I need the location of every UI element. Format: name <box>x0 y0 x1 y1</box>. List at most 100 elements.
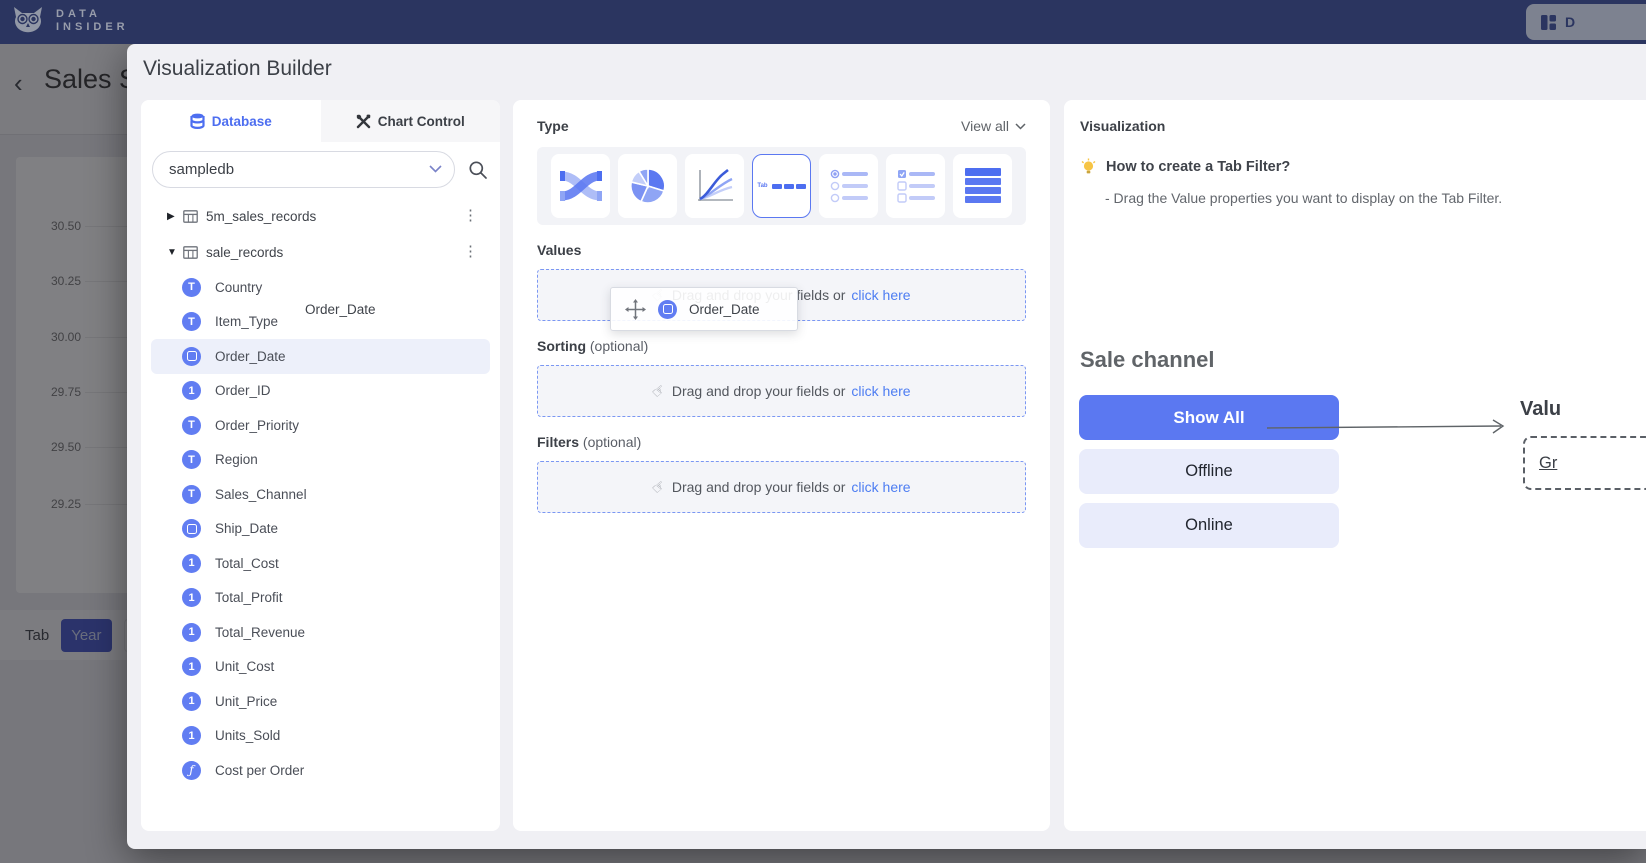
field-name: Total_Profit <box>215 590 283 605</box>
field-name: Total_Cost <box>215 556 279 571</box>
annotation-arrow-icon <box>1267 418 1509 436</box>
tip-body: - Drag the Value properties you want to … <box>1105 190 1646 206</box>
field-row[interactable]: Unit_Price <box>151 684 490 719</box>
field-row[interactable]: Sales_Channel <box>151 477 490 512</box>
field-name: Country <box>215 280 262 295</box>
field-row[interactable]: Total_Profit <box>151 581 490 616</box>
top-navbar: DATA INSIDER D <box>0 0 1646 44</box>
preview-button-offline[interactable]: Offline <box>1079 449 1339 494</box>
field-row[interactable]: Country <box>151 270 490 305</box>
table-name: sale_records <box>206 245 283 260</box>
chart-type-line[interactable] <box>685 154 744 218</box>
radio-list-icon <box>828 168 870 204</box>
chart-type-checkbox-list[interactable] <box>886 154 945 218</box>
filters-section-label: Filters (optional) <box>537 434 1026 450</box>
sorting-section-label: Sorting (optional) <box>537 338 1026 354</box>
kebab-menu-icon[interactable]: ⋮ <box>463 242 478 260</box>
text-field-icon <box>182 416 201 435</box>
date-field-icon <box>182 519 201 538</box>
tab-chart-control[interactable]: Chart Control <box>321 100 501 142</box>
ghost-field-name: Order_Date <box>689 302 760 317</box>
database-select-input[interactable] <box>152 151 455 188</box>
database-icon <box>190 113 205 129</box>
table-row-sale-records[interactable]: ▼ sale_records ⋮ <box>141 234 500 270</box>
builder-panel: Type View all <box>513 100 1050 831</box>
click-here-link[interactable]: click here <box>851 287 910 303</box>
number-field-icon <box>182 554 201 573</box>
tab-chart-control-label: Chart Control <box>378 114 465 129</box>
chart-type-radio-list[interactable] <box>819 154 878 218</box>
chart-type-sankey[interactable] <box>551 154 610 218</box>
drag-origin-label: Order_Date <box>305 302 376 317</box>
field-name: Unit_Cost <box>215 659 274 674</box>
tools-icon <box>356 114 371 129</box>
text-field-icon <box>182 312 201 331</box>
database-panel: Database Chart Control <box>141 100 500 831</box>
database-tree: ▶ 5m_sales_records ⋮ ▼ sale_re <box>141 198 500 788</box>
chart-type-pie[interactable] <box>618 154 677 218</box>
checkbox-list-icon <box>895 168 937 204</box>
visualization-header: Visualization <box>1080 118 1646 134</box>
sankey-icon <box>560 169 602 203</box>
chart-type-table[interactable] <box>953 154 1012 218</box>
caret-collapsed-icon[interactable]: ▶ <box>167 211 179 222</box>
annotation-group-box: Gr <box>1523 436 1646 490</box>
table-grid-icon <box>183 210 198 223</box>
field-row[interactable]: Cost per Order <box>151 753 490 788</box>
click-here-link[interactable]: click here <box>851 479 910 495</box>
field-name: Order_ID <box>215 383 271 398</box>
chart-type-tab-filter[interactable] <box>752 154 811 218</box>
field-row-selected[interactable]: Order_Date <box>151 339 490 374</box>
logo-text: DATA INSIDER <box>56 8 129 34</box>
field-name: Sales_Channel <box>215 487 307 502</box>
app-logo: DATA INSIDER <box>10 4 129 38</box>
chevron-down-icon[interactable] <box>429 165 442 173</box>
field-name: Units_Sold <box>215 728 280 743</box>
table-chart-icon <box>962 167 1004 205</box>
annotation-group-link[interactable]: Gr <box>1539 454 1557 473</box>
field-name: Total_Revenue <box>215 625 305 640</box>
dashboard-button[interactable]: D <box>1526 4 1646 40</box>
field-row[interactable]: Ship_Date <box>151 512 490 547</box>
field-row[interactable]: Unit_Cost <box>151 650 490 685</box>
type-section-label: Type <box>537 118 569 134</box>
view-all-dropdown[interactable]: View all <box>961 118 1026 134</box>
field-name: Region <box>215 452 258 467</box>
field-name: Unit_Price <box>215 694 277 709</box>
owl-logo-icon <box>10 4 46 38</box>
tab-database-label: Database <box>212 114 272 129</box>
tab-database[interactable]: Database <box>141 100 321 142</box>
tip-title: How to create a Tab Filter? <box>1106 159 1290 175</box>
view-all-label: View all <box>961 118 1009 134</box>
drag-ghost-field[interactable]: Order_Date <box>610 287 798 331</box>
preview-button-online[interactable]: Online <box>1079 503 1339 548</box>
date-field-icon <box>658 300 677 319</box>
lightbulb-icon <box>1080 158 1097 176</box>
number-field-icon <box>182 381 201 400</box>
search-icon[interactable] <box>468 160 488 180</box>
sorting-dropzone[interactable]: ☞ Drag and drop your fields or click her… <box>537 365 1026 417</box>
click-here-link[interactable]: click here <box>851 383 910 399</box>
filters-dropzone[interactable]: ☞ Drag and drop your fields or click her… <box>537 461 1026 513</box>
field-row[interactable]: Units_Sold <box>151 719 490 754</box>
field-row[interactable]: Order_Priority <box>151 408 490 443</box>
tab-filter-icon-dash <box>772 184 782 189</box>
values-section-label: Values <box>537 242 1026 258</box>
field-row[interactable]: Total_Revenue <box>151 615 490 650</box>
field-row[interactable]: Region <box>151 443 490 478</box>
search-row <box>141 142 500 198</box>
caret-expanded-icon[interactable]: ▼ <box>167 247 179 258</box>
field-row[interactable]: Order_ID <box>151 374 490 409</box>
drag-hand-icon: ☞ <box>648 380 670 402</box>
move-cursor-icon <box>625 299 646 320</box>
table-row-5m-sales-records[interactable]: ▶ 5m_sales_records ⋮ <box>141 198 500 234</box>
field-row[interactable]: Total_Cost <box>151 546 490 581</box>
chevron-down-icon <box>1015 123 1026 130</box>
number-field-icon <box>182 657 201 676</box>
text-field-icon <box>182 278 201 297</box>
line-chart-icon <box>695 168 735 204</box>
kebab-menu-icon[interactable]: ⋮ <box>463 206 478 224</box>
function-field-icon <box>182 761 201 780</box>
field-name: Order_Date <box>215 349 286 364</box>
chart-type-strip <box>537 147 1026 225</box>
